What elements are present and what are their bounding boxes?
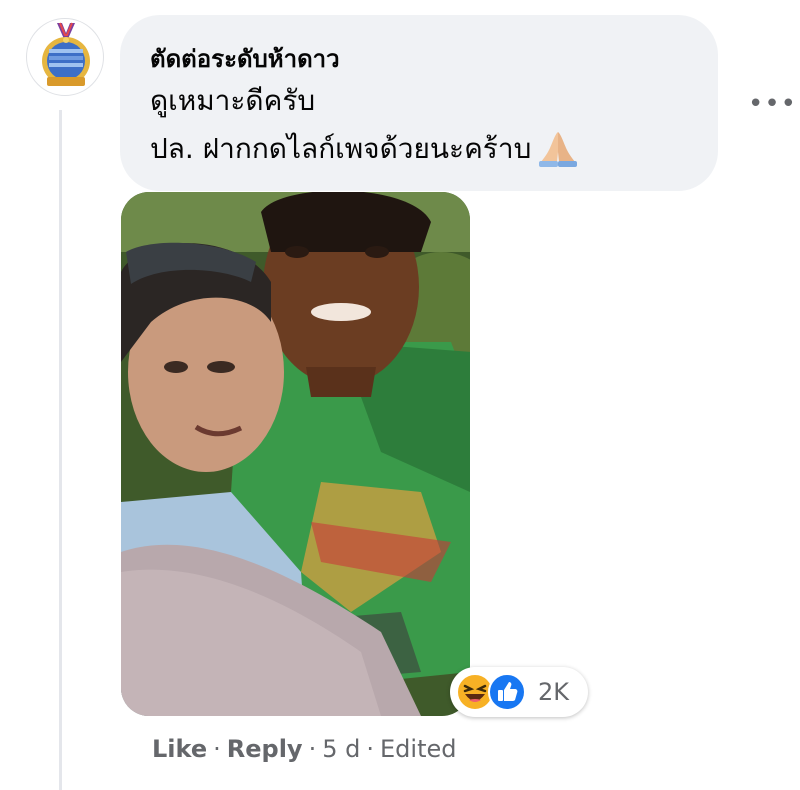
reaction-count: 2K bbox=[538, 678, 570, 706]
like-reaction-icon bbox=[488, 673, 526, 711]
comment-timestamp[interactable]: 5 d bbox=[322, 735, 360, 763]
reactions-summary[interactable]: 2K bbox=[450, 667, 588, 717]
comment-bubble: ตัดต่อระดับห้าดาว ดูเหมาะดีครับ ปล. ฝากก… bbox=[120, 15, 718, 191]
comment-text-line-2: ปล. ฝากกดไลก์เพจด้วยนะคร้าบ bbox=[150, 127, 581, 171]
avatar[interactable] bbox=[26, 18, 104, 96]
selfie-image bbox=[121, 192, 470, 716]
separator-dot: · bbox=[366, 735, 374, 763]
edited-label[interactable]: Edited bbox=[380, 735, 456, 763]
thread-line bbox=[59, 110, 62, 790]
comment-author[interactable]: ตัดต่อระดับห้าดาว bbox=[150, 39, 340, 78]
comment-photo[interactable] bbox=[121, 192, 470, 716]
separator-dot: · bbox=[213, 735, 221, 763]
more-options-button[interactable]: ••• bbox=[748, 91, 796, 117]
separator-dot: · bbox=[308, 735, 317, 763]
like-link[interactable]: Like bbox=[152, 735, 207, 763]
folded-hands-icon bbox=[539, 132, 578, 167]
comment-actions: Like · Reply · 5 d · Edited bbox=[152, 735, 456, 763]
reply-link[interactable]: Reply bbox=[227, 735, 303, 763]
comment-text-line-1: ดูเหมาะดีครับ bbox=[150, 84, 316, 117]
medal-logo-icon bbox=[42, 22, 90, 86]
comment-text-line-2-text: ปล. ฝากกดไลก์เพจด้วยนะคร้าบ bbox=[150, 132, 532, 165]
